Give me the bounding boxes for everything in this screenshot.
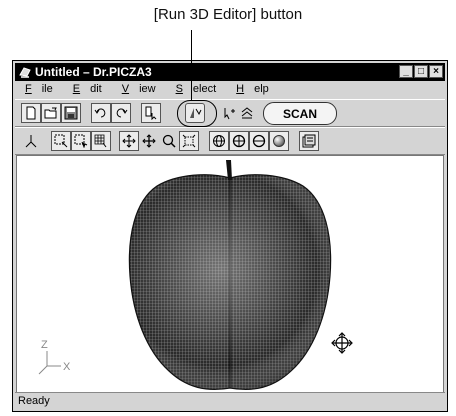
axis-indicator: [38, 351, 61, 375]
callout-leader-line: [191, 30, 192, 100]
app-icon: [19, 67, 31, 78]
menu-edit[interactable]: Edit: [63, 82, 112, 98]
title-bar: Untitled – Dr.PICZA3 _ □ ×: [15, 63, 445, 81]
sphere-outline-icon[interactable]: [249, 131, 269, 151]
3d-viewport[interactable]: Z X: [16, 155, 444, 393]
axis-label-x: X: [63, 361, 71, 373]
undo-icon[interactable]: [91, 103, 111, 123]
menu-file[interactable]: File: [15, 82, 63, 98]
rotate-icon[interactable]: [119, 131, 139, 151]
apple-mesh-model: Z X: [38, 160, 353, 391]
menu-view[interactable]: View: [112, 82, 166, 98]
menu-select[interactable]: Select: [166, 82, 227, 98]
fit-window-icon[interactable]: [179, 131, 199, 151]
wireframe-view-icon[interactable]: [209, 131, 229, 151]
select-grid-icon[interactable]: [91, 131, 111, 151]
move-icon[interactable]: [139, 131, 159, 151]
axis-label-z: Z: [41, 339, 48, 351]
texture-settings-icon[interactable]: [299, 131, 319, 151]
app-window: Untitled – Dr.PICZA3 _ □ × File Edit Vie…: [12, 60, 448, 412]
redo-icon[interactable]: [111, 103, 131, 123]
menu-help[interactable]: Help: [226, 82, 279, 98]
select-frame-icon[interactable]: [51, 131, 71, 151]
zoom-icon[interactable]: [159, 131, 179, 151]
view-toolbar: [15, 127, 445, 155]
mesh-view-icon[interactable]: [229, 131, 249, 151]
status-bar: Ready: [15, 392, 445, 409]
select-lasso-icon[interactable]: [71, 131, 91, 151]
axis-perspective-icon[interactable]: [21, 131, 41, 151]
run-3d-editor-button[interactable]: [185, 103, 205, 123]
window-title: Untitled – Dr.PICZA3: [35, 65, 152, 79]
status-text: Ready: [18, 395, 50, 407]
maximize-button[interactable]: □: [414, 65, 428, 78]
save-icon[interactable]: [61, 103, 81, 123]
minimize-button[interactable]: _: [399, 65, 413, 78]
new-file-icon[interactable]: [21, 103, 41, 123]
document-cursor-icon[interactable]: [141, 103, 161, 123]
shaded-view-icon[interactable]: [269, 131, 289, 151]
open-folder-icon[interactable]: [41, 103, 61, 123]
main-toolbar: SCAN: [15, 99, 445, 127]
close-button[interactable]: ×: [429, 65, 443, 78]
menu-bar: File Edit View Select Help: [15, 82, 445, 98]
layers-icon[interactable]: [237, 103, 257, 123]
callout-label: [Run 3D Editor] button: [153, 6, 303, 23]
scan-button[interactable]: SCAN: [263, 102, 337, 125]
rotate-cursor-icon: [331, 332, 353, 354]
cursor-plus-icon[interactable]: [219, 103, 239, 123]
